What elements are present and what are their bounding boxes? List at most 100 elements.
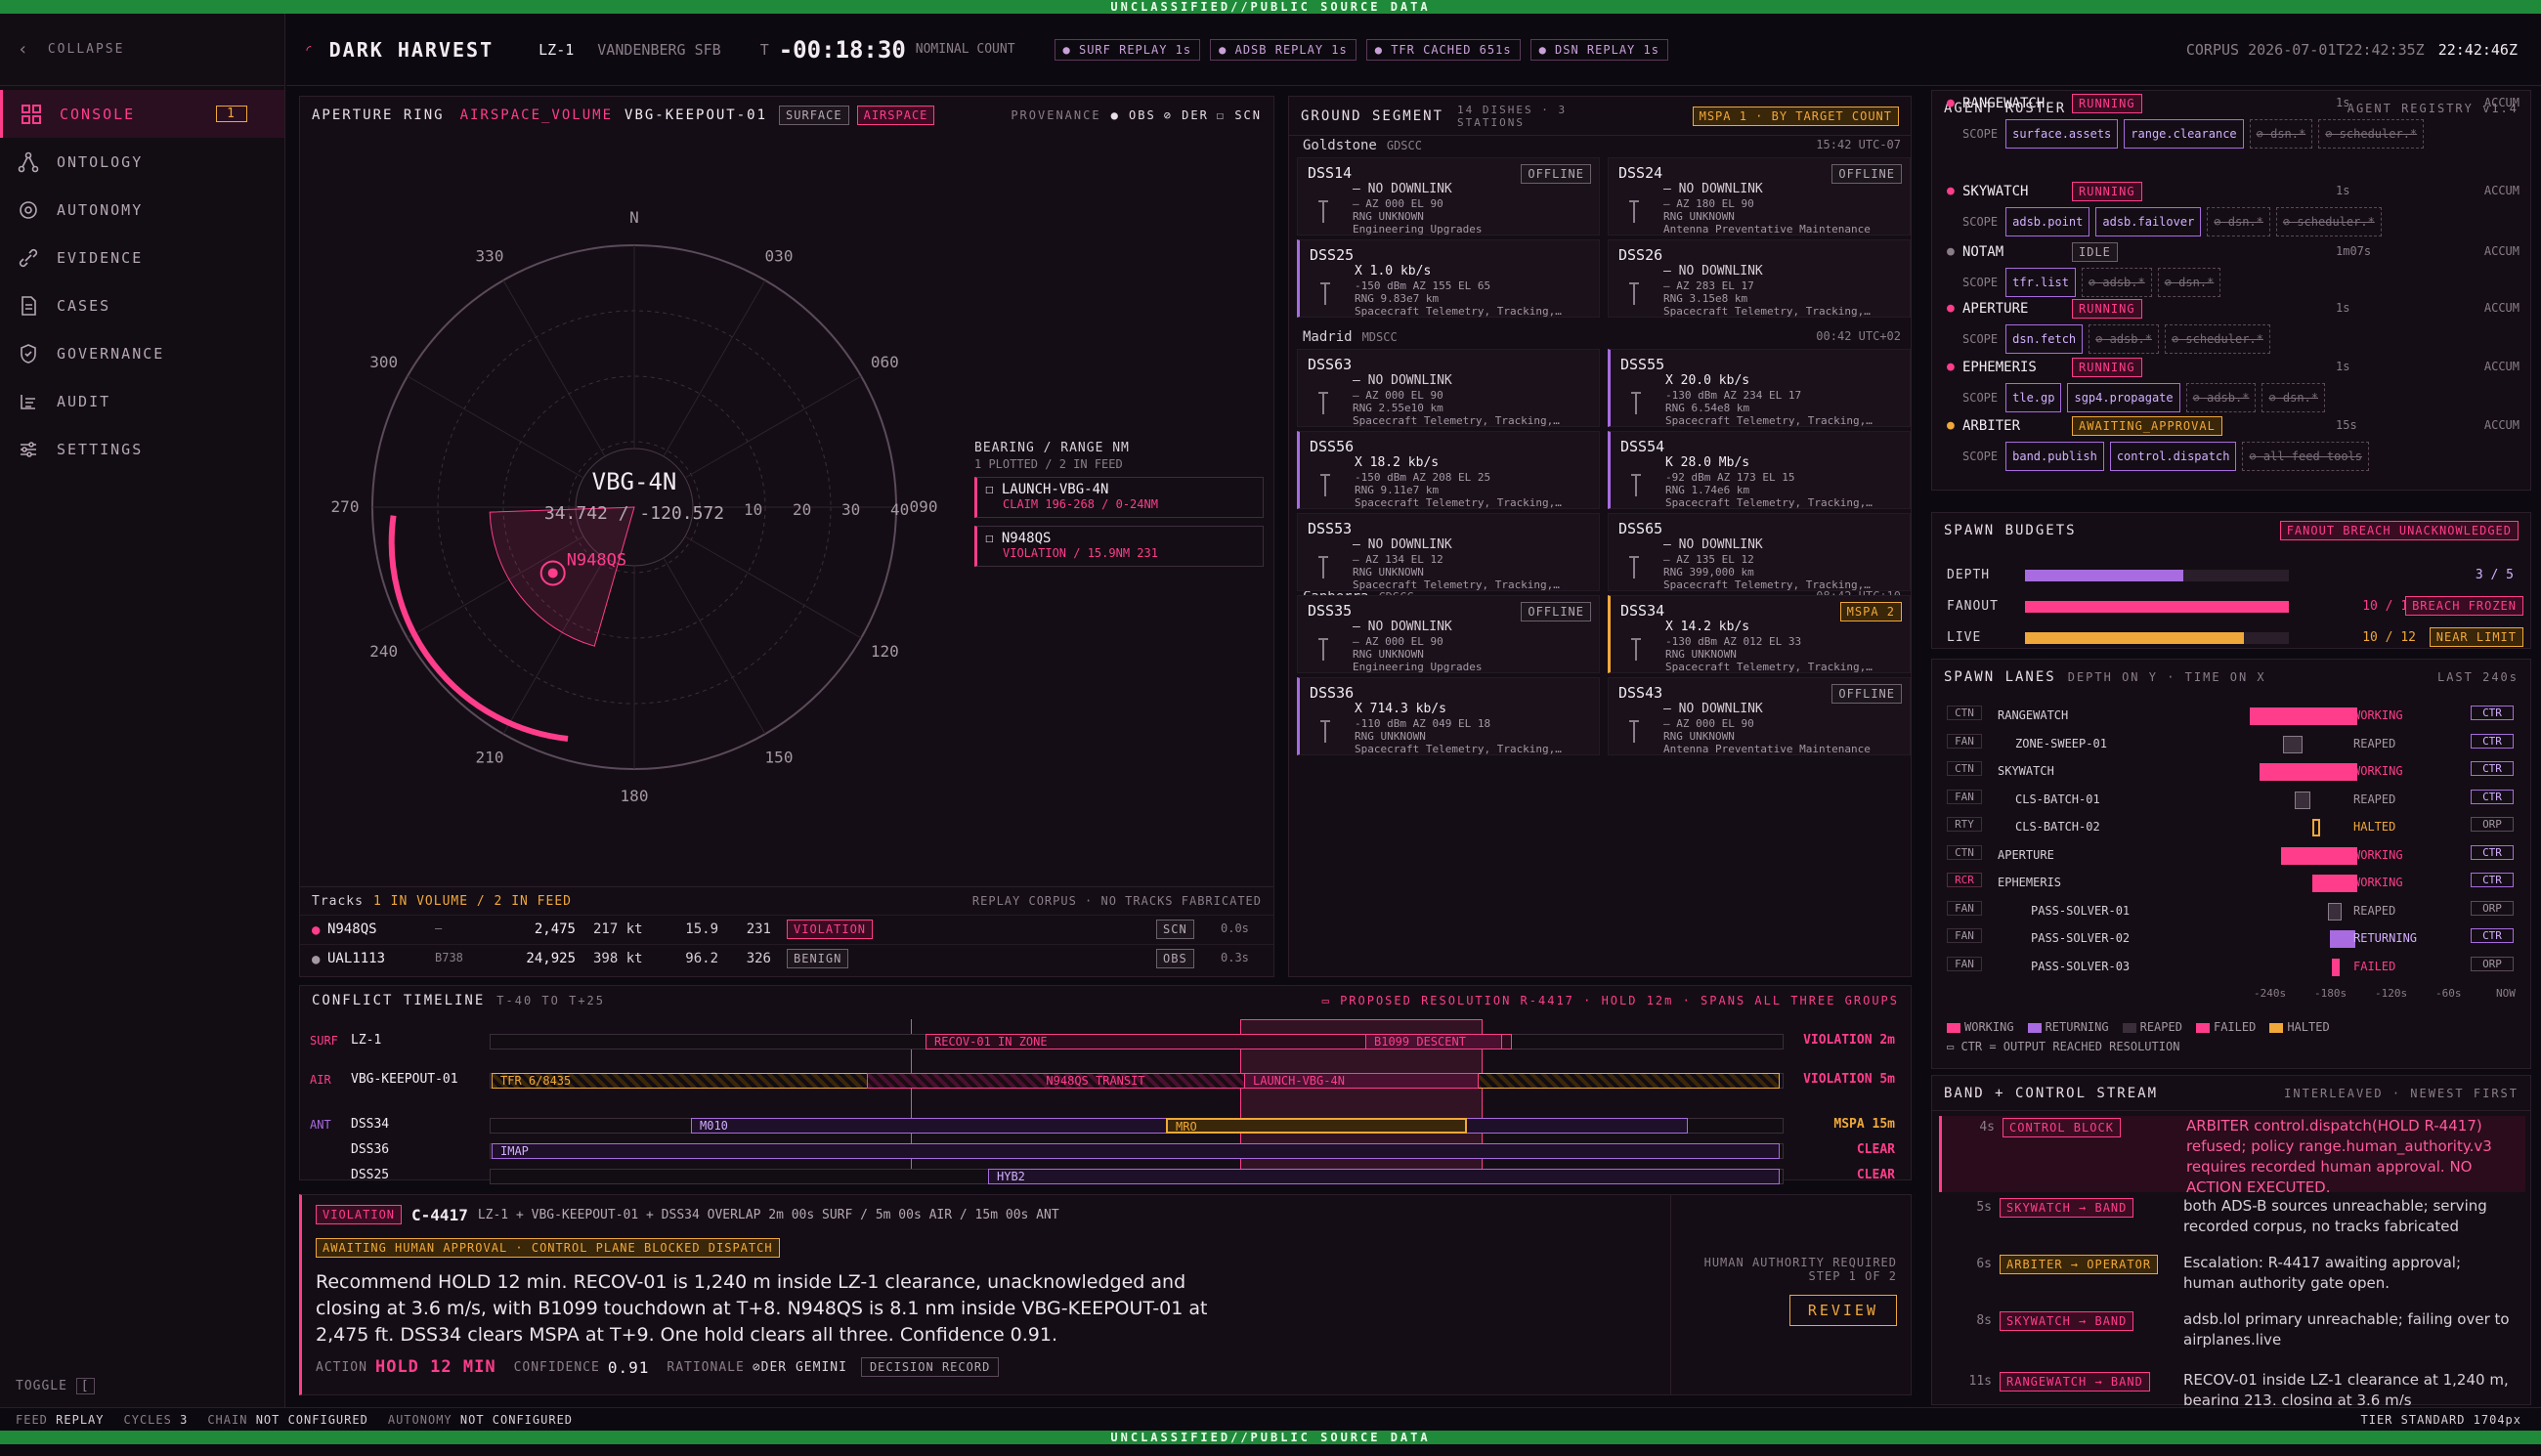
stream-entry[interactable]: 6s ARBITER → OPERATOR Escalation: R-4417 a… xyxy=(1939,1253,2525,1306)
nav-evidence[interactable]: EVIDENCE xyxy=(0,234,284,281)
sidebar-toggle[interactable]: TOGGLE [ xyxy=(16,1378,95,1394)
lane-row[interactable]: CTN RANGEWATCH WORKING CTR xyxy=(1947,704,2525,727)
nav-audit[interactable]: AUDIT xyxy=(0,377,284,425)
agent-row[interactable]: ● RANGEWATCH RUNNING 1s ACCUM SCOPE surface.as… xyxy=(1947,94,2525,149)
station-card[interactable]: DSS35 OFFLINE — NO DOWNLINK — AZ 000 EL 90 R… xyxy=(1297,595,1600,673)
feed-chip-adsb[interactable]: ● ADSB REPLAY 1s xyxy=(1210,38,1357,61)
agent-mode: ACCUM xyxy=(2483,301,2519,315)
feed-chip-tfr[interactable]: ● TFR CACHED 651s xyxy=(1365,38,1521,61)
tracks-label: Tracks xyxy=(312,893,364,909)
scope-chip[interactable]: tle.gp xyxy=(2005,383,2062,412)
station-card[interactable]: DSS53— NO DOWNLINK — AZ 134 EL 12 RNG UNKN… xyxy=(1297,513,1600,591)
station-card[interactable]: DSS14 OFFLINE — NO DOWNLINK — AZ 000 EL 90 R… xyxy=(1297,157,1600,236)
lane-row[interactable]: FAN ZONE-SWEEP-01 REAPED CTR xyxy=(1947,732,2525,755)
review-button[interactable]: REVIEW xyxy=(1788,1295,1897,1326)
station-card[interactable]: DSS24 OFFLINE — NO DOWNLINK — AZ 180 EL 90 R… xyxy=(1608,157,1911,236)
station-card[interactable]: DSS54 K 28.0 Mb/s -92 dBm AZ 173 EL 15 RNG … xyxy=(1608,431,1911,509)
agent-row[interactable]: ● SKYWATCH RUNNING 1s ACCUM SCOPE adsb.point ad… xyxy=(1947,182,2525,236)
station-card[interactable]: DSS25 X 1.0 kb/s -150 dBm AZ 155 EL 65 RNG … xyxy=(1297,239,1600,318)
scope-chip[interactable]: surface.assets xyxy=(2005,119,2119,149)
lane-row[interactable]: FAN PASS-SOLVER-02 RETURNING CTR xyxy=(1947,926,2525,950)
station-card[interactable]: DSS36 X 714.3 kb/s -110 dBm AZ 049 EL 18 RN… xyxy=(1297,677,1600,755)
agent-mode: ACCUM xyxy=(2483,96,2519,109)
station-name: DSS63 xyxy=(1308,356,1353,373)
nav-cases[interactable]: CASES xyxy=(0,281,284,329)
agent-row[interactable]: ● NOTAM IDLE 1m07s ACCUM SCOPE tfr.list ⊘ adsb.… xyxy=(1947,242,2525,297)
scope-chip-denied[interactable]: ⊘ dsn.* xyxy=(2157,268,2221,297)
track-marker[interactable] xyxy=(547,568,558,578)
scope-chip[interactable]: control.dispatch xyxy=(2109,442,2237,471)
stream-entry[interactable]: 4s CONTROL BLOCK ARBITER control.dispatch(… xyxy=(1939,1116,2525,1196)
scope-chip[interactable]: adsb.failover xyxy=(2095,207,2202,236)
scope-chip-denied[interactable]: ⊘ dsn.* xyxy=(2261,383,2326,412)
claim-sector[interactable] xyxy=(489,506,635,647)
scope-chip[interactable]: dsn.fetch xyxy=(2005,324,2084,354)
station-downlink: X 1.0 kb/s xyxy=(1355,264,1432,278)
stream-badge: CONTROL BLOCK xyxy=(2003,1118,2121,1137)
stream-entry[interactable]: 8s SKYWATCH → BAND adsb.lol primary unreac… xyxy=(1939,1309,2525,1362)
track-status: BENIGN xyxy=(787,949,849,968)
lane-row[interactable]: FAN PASS-SOLVER-03 FAILED ORP xyxy=(1947,955,2525,978)
station-card[interactable]: DSS56 X 18.2 kb/s -150 dBm AZ 208 EL 25 RNG… xyxy=(1297,431,1600,509)
station-range: RNG UNKNOWN xyxy=(1355,730,1426,743)
stream-entry[interactable]: 5s SKYWATCH → BAND both ADS-B sources unre… xyxy=(1939,1196,2525,1249)
lane-bar xyxy=(2283,735,2303,753)
scope-chip-denied[interactable]: ⊘ scheduler.* xyxy=(2275,207,2382,236)
lane-outcome: CTR xyxy=(2471,873,2514,887)
nav-autonomy[interactable]: AUTONOMY xyxy=(0,186,284,234)
scope-chip-denied[interactable]: ⊘ adsb.* xyxy=(2089,324,2159,354)
station-card[interactable]: DSS63— NO DOWNLINK — AZ 000 EL 90 RNG 2.55… xyxy=(1297,349,1600,427)
scope-chip-denied[interactable]: ⊘ dsn.* xyxy=(2249,119,2313,149)
lane-row[interactable]: FAN PASS-SOLVER-01 REAPED ORP xyxy=(1947,899,2525,922)
grid-icon xyxy=(22,104,41,124)
station-activity: Spacecraft Telemetry, Tracking,… xyxy=(1665,496,1873,509)
station-card[interactable]: DSS34 MSPA 2X 14.2 kb/s -130 dBm AZ 012 EL… xyxy=(1608,595,1911,673)
nav-ontology[interactable]: ONTOLOGY xyxy=(0,138,284,186)
collapse-button[interactable]: ‹ COLLAPSE xyxy=(0,14,284,86)
scope-chip[interactable]: adsb.point xyxy=(2005,207,2090,236)
scope-chip-denied[interactable]: ⊘ dsn.* xyxy=(2207,207,2270,236)
scope-chip[interactable]: range.clearance xyxy=(2124,119,2244,149)
stream-badge: SKYWATCH → BAND xyxy=(2000,1198,2134,1218)
network-icon xyxy=(18,151,39,172)
station-card[interactable]: DSS43 OFFLINE — NO DOWNLINK — AZ 000 EL 90 R… xyxy=(1608,677,1911,755)
agent-status: RUNNING xyxy=(2072,299,2142,319)
track-row[interactable]: ● N948QS — 2,475 217 kt 15.9 231 VIOLATION SCN 0.… xyxy=(300,915,1273,944)
nav-governance[interactable]: GOVERNANCE xyxy=(0,329,284,377)
lane-row[interactable]: RCR EPHEMERIS WORKING CTR xyxy=(1947,871,2525,894)
hyb2-bar[interactable]: HYB2 xyxy=(988,1169,1780,1184)
scope-chip[interactable]: tfr.list xyxy=(2005,268,2076,297)
lane-row[interactable]: CTN SKYWATCH WORKING CTR xyxy=(1947,759,2525,783)
agent-row[interactable]: ● APERTURE RUNNING 1s ACCUM SCOPE dsn.fetch ⊘ a… xyxy=(1947,299,2525,354)
nav-settings[interactable]: SETTINGS xyxy=(0,425,284,473)
feed-chip-surf[interactable]: ● SURF REPLAY 1s xyxy=(1054,38,1201,61)
decision-record-button[interactable]: DECISION RECORD xyxy=(860,1357,1000,1377)
launch-bar[interactable]: LAUNCH-VBG-4N xyxy=(1244,1073,1479,1089)
station-card[interactable]: DSS26— NO DOWNLINK — AZ 283 EL 17 RNG 3.15… xyxy=(1608,239,1911,318)
imap-bar[interactable]: IMAP xyxy=(492,1143,1780,1159)
b1099-bar[interactable]: B1099 DESCENT xyxy=(1365,1034,1502,1049)
dish-icon xyxy=(1624,279,1644,309)
nav-console[interactable]: CONSOLE 1 xyxy=(0,90,284,138)
feed-chip-dsn[interactable]: ● DSN REPLAY 1s xyxy=(1529,38,1668,61)
lane-row[interactable]: FAN CLS-BATCH-01 REAPED CTR xyxy=(1947,788,2525,811)
scope-chip-denied[interactable]: ⊘ adsb.* xyxy=(2081,268,2152,297)
br-item[interactable]: ☐ LAUNCH-VBG-4N CLAIM 196-268 / 0-24NM xyxy=(974,477,1264,518)
scope-chip-denied[interactable]: ⊘ scheduler.* xyxy=(2164,324,2270,354)
scope-chip-denied[interactable]: ⊘ adsb.* xyxy=(2185,383,2257,412)
agent-row[interactable]: ● EPHEMERIS RUNNING 1s ACCUM SCOPE tle.gp sgp4.… xyxy=(1947,358,2525,412)
mro-bar[interactable]: MRO xyxy=(1166,1118,1467,1134)
station-activity: Spacecraft Telemetry, Tracking,… xyxy=(1663,578,1871,591)
scope-chip[interactable]: band.publish xyxy=(2005,442,2104,471)
lane-row[interactable]: CTN APERTURE WORKING CTR xyxy=(1947,843,2525,867)
br-item[interactable]: ☐ N948QS VIOLATION / 15.9NM 231 xyxy=(974,526,1264,567)
agent-status-dot: ● xyxy=(1947,360,1955,374)
station-card[interactable]: DSS65— NO DOWNLINK — AZ 135 EL 12 RNG 399,… xyxy=(1608,513,1911,591)
agent-row[interactable]: ● ARBITER AWAITING_APPROVAL 15s ACCUM SCOPE ba… xyxy=(1947,416,2525,471)
scope-chip-denied[interactable]: ⊘ scheduler.* xyxy=(2318,119,2425,149)
station-card[interactable]: DSS55 X 20.0 kb/s -130 dBm AZ 234 EL 17 RNG… xyxy=(1608,349,1911,427)
track-row[interactable]: ● UAL1113 B738 24,925 398 kt 96.2 326 BENIGN OBS… xyxy=(300,944,1273,973)
scope-chip-denied[interactable]: ⊘ all feed tools xyxy=(2242,442,2370,471)
lane-row[interactable]: RTY CLS-BATCH-02 HALTED ORP xyxy=(1947,815,2525,838)
scope-chip[interactable]: sgp4.propagate xyxy=(2067,383,2180,412)
